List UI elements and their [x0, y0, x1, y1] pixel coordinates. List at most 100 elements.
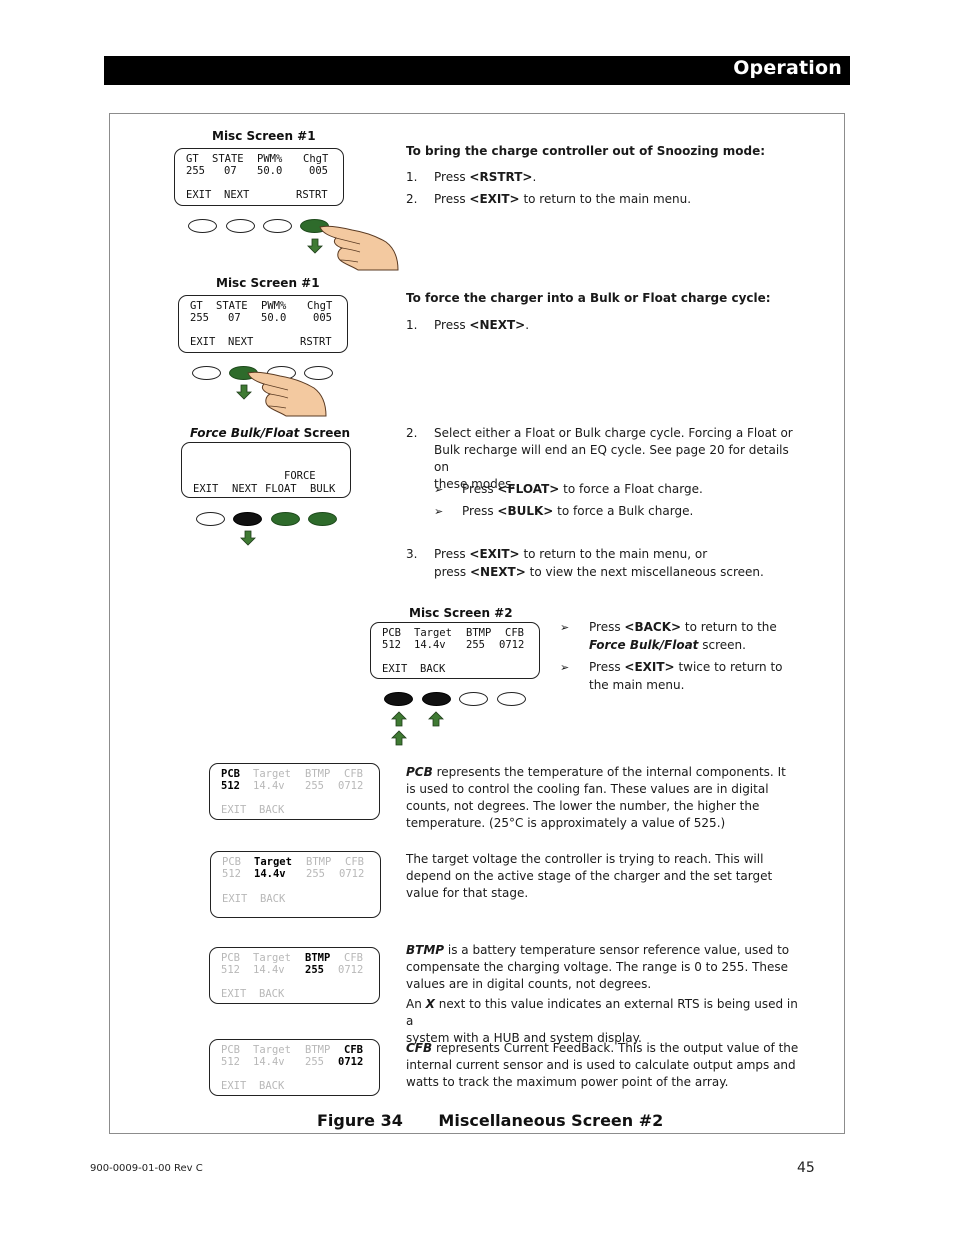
lcd-value-cfb: 0712 [339, 868, 365, 880]
force-screen-caption: Force Bulk/Float Screen [190, 426, 351, 440]
arrow-up-icon [391, 730, 407, 746]
lcd-value-gt: 255 [190, 312, 209, 324]
lcd-misc-screen-2: PCB Target BTMP CFB 512 14.4v 255 0712 E… [370, 622, 540, 679]
softkey-label-back: BACK [260, 893, 286, 905]
section-title: Operation [733, 57, 842, 79]
softkey-label-next: NEXT [232, 483, 258, 495]
lcd-header-target: Target [253, 768, 291, 780]
softkey-label-rstrt: RSTRT [300, 336, 332, 348]
soft-button-float[interactable] [271, 512, 300, 526]
figure-caption: Figure 34 Miscellaneous Screen #2 [317, 1111, 663, 1130]
lcd-header-btmp: BTMP [466, 627, 492, 639]
lcd-misc-screen-1: GT STATE PWM% ChgT 255 07 50.0 005 EXIT … [174, 148, 344, 206]
target-description: The target voltage the controller is try… [406, 852, 773, 900]
force-step-1: 1. Press <NEXT>. [406, 318, 530, 332]
softkey-label-back: BACK [259, 804, 285, 816]
lcd-header-cfb: CFB [344, 768, 363, 780]
pointing-hand-icon [319, 225, 399, 271]
lcd-value-state: 07 [228, 312, 241, 324]
lcd-value-pcb: 512 [221, 964, 240, 976]
figure-number: Figure 34 [317, 1111, 403, 1130]
lcd-value-chgt: 005 [309, 165, 328, 177]
soft-button-1[interactable] [192, 366, 221, 380]
lcd-header-pwm: PWM% [261, 300, 287, 312]
lcd-value-btmp: 255 [306, 868, 325, 880]
lcd-header-cfb: CFB [345, 856, 364, 868]
lcd-value-cfb: 0712 [338, 964, 364, 976]
softkey-label-exit: EXIT [221, 804, 247, 816]
soft-button-next[interactable] [233, 512, 262, 526]
misc-screen-1-caption-b: Misc Screen #1 [216, 276, 320, 290]
lcd-value-pwm: 50.0 [261, 312, 287, 324]
lcd-header-target: Target [253, 1044, 291, 1056]
snooze-heading: To bring the charge controller out of Sn… [406, 144, 766, 158]
figure-title: Miscellaneous Screen #2 [438, 1111, 664, 1130]
lcd-value-state: 07 [224, 165, 237, 177]
page-number: 45 [797, 1160, 815, 1176]
lcd-force-screen: FORCE EXIT NEXT FLOAT BULK [181, 442, 351, 498]
lcd-highlight-pcb: PCB Target BTMP CFB 512 14.4v 255 0712 E… [209, 763, 380, 820]
arrow-up-icon [428, 711, 444, 727]
lcd-value-pwm: 50.0 [257, 165, 283, 177]
softkey-label-back: BACK [259, 1080, 285, 1092]
bullet-bulk: ➢ Press <BULK> to force a Bulk charge. [434, 504, 694, 518]
lcd-value-pcb: 512 [382, 639, 401, 651]
section-header-bar: Operation [104, 56, 850, 85]
soft-button-bulk[interactable] [308, 512, 337, 526]
lcd-header-state: STATE [216, 300, 248, 312]
misc-screen-1-caption: Misc Screen #1 [212, 129, 316, 143]
softkey-label-rstrt: RSTRT [296, 189, 328, 201]
softkey-label-float: FLOAT [265, 483, 297, 495]
document-id: 900-0009-01-00 Rev C [90, 1163, 203, 1174]
arrow-down-icon [240, 530, 256, 546]
soft-button-exit[interactable] [196, 512, 225, 526]
btmp-description: BTMP is a battery temperature sensor ref… [406, 943, 798, 1045]
soft-button-1[interactable] [188, 219, 217, 233]
lcd-header-pcb: PCB [221, 1044, 240, 1056]
lcd-header-btmp: BTMP [306, 856, 332, 868]
snooze-step-1: 1. Press <RSTRT>. [406, 170, 537, 184]
softkey-label-exit: EXIT [193, 483, 219, 495]
soft-button-3[interactable] [263, 219, 292, 233]
lcd-value-target: 14.4v [414, 639, 446, 651]
softkey-label-exit: EXIT [186, 189, 212, 201]
bullet-back: ➢ Press <BACK> to return to the Force Bu… [560, 620, 777, 652]
lcd-value-pcb: 512 [222, 868, 241, 880]
softkey-label-back: BACK [259, 988, 285, 1000]
soft-button-back[interactable] [422, 692, 451, 706]
bullet-arrow-icon: ➢ [560, 661, 570, 674]
soft-button-4[interactable] [497, 692, 526, 706]
force-step-3: 3. Press <EXIT> to return to the main me… [406, 547, 764, 579]
bullet-float: ➢ Press <FLOAT> to force a Float charge. [434, 482, 703, 496]
lcd-header-target: Target [414, 627, 452, 639]
lcd-value-cfb: 0712 [338, 1056, 364, 1068]
softkey-label-exit: EXIT [190, 336, 216, 348]
lcd-value-cfb: 0712 [338, 780, 364, 792]
lcd-header-pcb: PCB [222, 856, 241, 868]
lcd-misc-screen-1-b: GT STATE PWM% ChgT 255 07 50.0 005 EXIT … [178, 295, 348, 353]
snooze-step-2: 2. Press <EXIT> to return to the main me… [406, 192, 692, 206]
softkey-label-next: NEXT [224, 189, 250, 201]
lcd-force-label: FORCE [284, 470, 316, 482]
lcd-value-target: 14.4v [253, 964, 285, 976]
lcd-value-gt: 255 [186, 165, 205, 177]
bullet-arrow-icon: ➢ [434, 505, 444, 518]
lcd-header-pcb: PCB [221, 952, 240, 964]
lcd-highlight-btmp: PCB Target BTMP CFB 512 14.4v 255 0712 E… [209, 947, 380, 1004]
lcd-header-cfb: CFB [344, 952, 363, 964]
lcd-highlight-target: PCB Target BTMP CFB 512 14.4v 255 0712 E… [210, 851, 381, 918]
lcd-header-cfb: CFB [505, 627, 524, 639]
soft-button-exit[interactable] [384, 692, 413, 706]
softkey-label-exit: EXIT [382, 663, 408, 675]
soft-button-3[interactable] [459, 692, 488, 706]
soft-button-2[interactable] [226, 219, 255, 233]
force-heading: To force the charger into a Bulk or Floa… [406, 291, 771, 305]
lcd-header-gt: GT [186, 153, 199, 165]
bullet-arrow-icon: ➢ [434, 483, 444, 496]
softkey-label-bulk: BULK [310, 483, 336, 495]
lcd-value-btmp: 255 [305, 780, 324, 792]
lcd-header-target: Target [253, 952, 291, 964]
lcd-header-state: STATE [212, 153, 244, 165]
pcb-description: PCB represents the temperature of the in… [406, 765, 786, 830]
lcd-value-pcb: 512 [221, 780, 240, 792]
